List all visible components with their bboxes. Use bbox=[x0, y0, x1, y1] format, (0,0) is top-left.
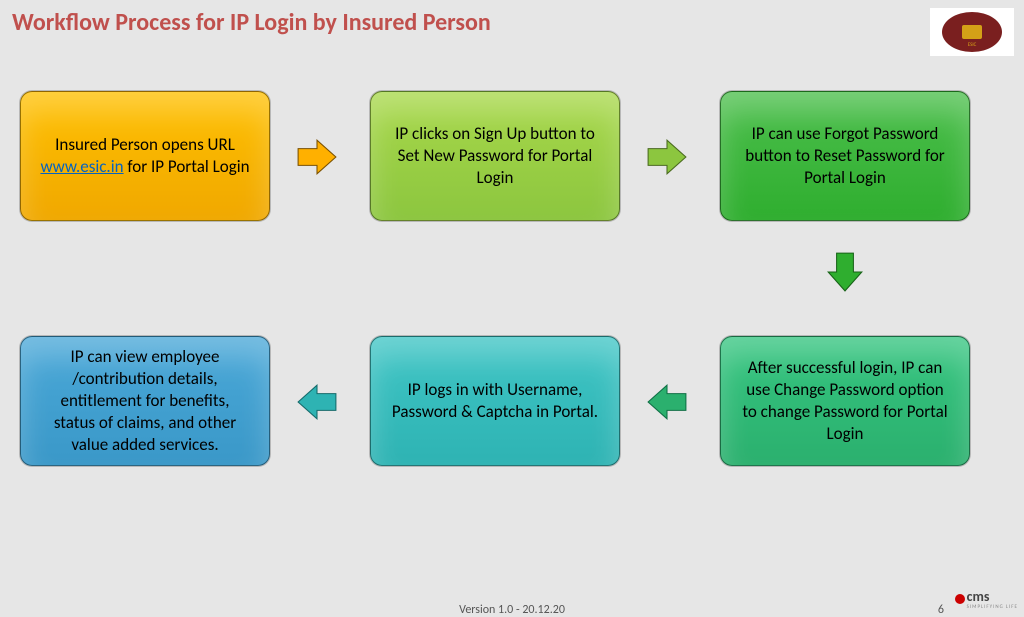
arrow-left-icon bbox=[296, 381, 338, 423]
esic-logo: ESIC bbox=[930, 8, 1014, 56]
step-5-login: IP logs in with Username, Password & Cap… bbox=[370, 336, 620, 466]
step-1-text-post: for IP Portal Login bbox=[124, 156, 250, 177]
cms-logo: cms SIMPLIFYING LIFE bbox=[955, 588, 1018, 610]
step-1-text-pre: Insured Person opens URL bbox=[55, 134, 235, 155]
step-4-change-password: After successful login, IP can use Chang… bbox=[720, 336, 970, 466]
step-6-view-details: IP can view employee /contribution detai… bbox=[20, 336, 270, 466]
arrow-right-icon bbox=[646, 136, 688, 178]
step-1-open-url: Insured Person opens URL www.esic.in for… bbox=[20, 91, 270, 221]
version-text: Version 1.0 - 20.12.20 bbox=[459, 603, 565, 617]
esic-url-link[interactable]: www.esic.in bbox=[40, 156, 123, 177]
arrow-left-icon bbox=[646, 381, 688, 423]
cms-dot-icon bbox=[955, 594, 965, 604]
arrow-down-icon bbox=[824, 251, 866, 293]
step-2-sign-up: IP clicks on Sign Up button to Set New P… bbox=[370, 91, 620, 221]
workflow-diagram: Insured Person opens URL www.esic.in for… bbox=[0, 56, 1024, 556]
page-title: Workflow Process for IP Login by Insured… bbox=[12, 8, 491, 37]
arrow-right-icon bbox=[296, 136, 338, 178]
step-3-forgot-password: IP can use Forgot Password button to Res… bbox=[720, 91, 970, 221]
page-number: 6 bbox=[938, 603, 944, 617]
